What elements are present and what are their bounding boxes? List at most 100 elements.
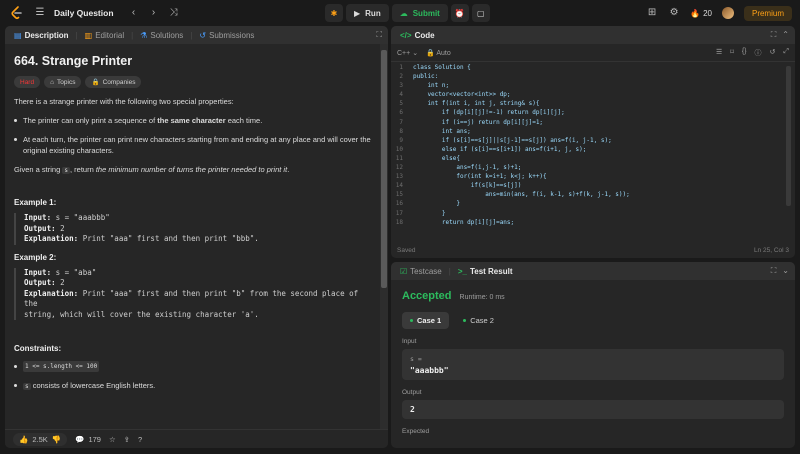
like-button[interactable]: 👍 2.5K 👎 (13, 432, 68, 446)
code-line[interactable]: 15 ans=min(ans, f(i, k-1, s)+f(k, j-1, s… (391, 190, 795, 199)
expected-label: Expected (402, 428, 430, 435)
code-text: } (413, 209, 446, 217)
thumbs-down-icon[interactable]: 👎 (52, 435, 61, 444)
debug-button[interactable]: ✱ (325, 4, 343, 22)
maximize-icon[interactable]: ⛶ (771, 30, 777, 40)
top-bar: ☰ Daily Question ‹ › ⤨ ✱ ▶ Run ☁ Submit ⏰ … (0, 0, 800, 26)
chevron-down-icon[interactable]: ⌄ (782, 266, 789, 276)
companies-chip[interactable]: 🔒 Companies (85, 76, 142, 88)
code-text: } (413, 200, 460, 208)
code-line[interactable]: 6 if (dp[i][j]!=-1) return dp[i][j]; (391, 108, 795, 117)
language-select[interactable]: C++ ⌄ (397, 49, 418, 57)
example-2-title: Example 2: (14, 252, 57, 262)
code-line[interactable]: 8 int ans; (391, 127, 795, 136)
code-line[interactable]: 5 int f(int i, int j, string& s){ (391, 99, 795, 108)
fullscreen-icon[interactable]: ⤢ (783, 48, 789, 58)
premium-button[interactable]: Premium (743, 5, 792, 21)
format-icon[interactable]: ☰ (716, 48, 722, 58)
tab-test-result[interactable]: >_ Test Result (455, 267, 516, 276)
tab-submissions[interactable]: ↺ Submissions (196, 31, 257, 40)
tab-code[interactable]: </> Code (397, 31, 438, 40)
reset-icon[interactable]: ↺ (770, 48, 776, 58)
code-line[interactable]: 4 vector<vector<int>> dp; (391, 90, 795, 99)
next-question-icon[interactable]: › (148, 7, 160, 19)
line-number: 6 (399, 109, 403, 117)
streak-counter[interactable]: 🔥 20 (690, 9, 712, 18)
tab-solutions[interactable]: ⚗ Solutions (137, 31, 186, 40)
bookmark-icon[interactable]: ⌑ (730, 48, 734, 58)
prev-question-icon[interactable]: ‹ (128, 7, 140, 19)
code-scrollbar[interactable] (786, 66, 791, 206)
line-number: 18 (395, 218, 403, 226)
code-line[interactable]: 18 return dp[i][j]=ans; (391, 218, 795, 227)
code-line[interactable]: 9 if (s[i]==s[j]||s[j-1]==s[j]) ans=f(i,… (391, 136, 795, 145)
info-icon[interactable]: ⓘ (755, 48, 762, 58)
timer-button[interactable]: ⏰ (450, 4, 469, 22)
code-line[interactable]: 3 int n; (391, 81, 795, 90)
example-1-title: Example 1: (14, 198, 57, 207)
description-body: 664. Strange Printer Hard ⌂ Topics 🔒 Compa… (5, 44, 380, 429)
comment-icon: 💬 (75, 434, 85, 444)
line-number: 1 (399, 64, 403, 71)
auto-mode-toggle[interactable]: 🔒 Auto (426, 49, 451, 57)
notes-button[interactable]: ▢ (471, 4, 490, 22)
code-text: if (dp[i][j]!=-1) return dp[i][j]; (413, 109, 565, 117)
braces-icon[interactable]: {} (742, 48, 747, 58)
submit-button[interactable]: ☁ Submit (391, 4, 448, 22)
code-text: for(int k=i+1; k<j; k++){ (413, 173, 547, 181)
topics-chip[interactable]: ⌂ Topics (44, 76, 82, 88)
shuffle-icon[interactable]: ⤨ (168, 7, 180, 19)
output-label: Output (402, 389, 422, 396)
code-line[interactable]: 2 public: (391, 72, 795, 81)
line-number: 13 (395, 173, 403, 181)
case-2-tab[interactable]: Case 2 (455, 312, 502, 329)
run-button[interactable]: ▶ Run (346, 4, 389, 22)
user-avatar[interactable] (721, 7, 734, 19)
tab-description[interactable]: ▤ Description (11, 31, 72, 40)
star-icon[interactable]: ☆ (109, 435, 116, 444)
tab-testcase[interactable]: ☑ Testcase (397, 267, 445, 276)
line-number: 10 (395, 145, 403, 153)
problem-title[interactable]: 664. Strange Printer (14, 54, 371, 68)
code-line[interactable]: 13 for(int k=i+1; k<j; k++){ (391, 172, 795, 181)
code-text: else{ (413, 154, 460, 162)
checkbox-icon: ☑ (400, 266, 408, 276)
code-line[interactable]: 10 else if (s[i]==s[i+1]) ans=f(i+1, j, … (391, 145, 795, 154)
code-line[interactable]: 12 ans=f(i,j-1, s)+1; (391, 163, 795, 172)
code-line[interactable]: 17 } (391, 209, 795, 218)
code-text: vector<vector<int>> dp; (413, 91, 511, 99)
chevron-up-icon[interactable]: ⌃ (782, 30, 789, 40)
description-scrollbar[interactable] (380, 44, 388, 429)
bug-icon: ✱ (330, 8, 338, 18)
settings-gear-icon[interactable]: ⚙ (668, 7, 680, 19)
code-line[interactable]: 7 if (i==j) return dp[i][j]=1; (391, 118, 795, 127)
comments-button[interactable]: 💬 179 (75, 435, 101, 444)
code-line[interactable]: 1 class Solution { (391, 63, 795, 72)
code-text: int ans; (413, 127, 471, 135)
leetcode-logo-icon[interactable] (10, 6, 24, 20)
layout-icon[interactable]: ⊞ (646, 7, 658, 19)
code-line[interactable]: 16 } (391, 199, 795, 208)
share-icon[interactable]: ⇪ (124, 435, 130, 444)
code-line[interactable]: 11 else{ (391, 154, 795, 163)
maximize-icon[interactable]: ⛶ (376, 30, 382, 40)
problem-list-icon[interactable]: ☰ (34, 7, 46, 19)
fire-icon: 🔥 (690, 8, 701, 18)
line-number: 14 (395, 182, 403, 190)
description-tabs: ▤ Description | ▥ Editorial | ⚗ Solutions |… (5, 26, 388, 44)
help-icon[interactable]: ? (138, 435, 142, 444)
daily-question-title[interactable]: Daily Question (54, 8, 114, 18)
maximize-icon[interactable]: ⛶ (771, 266, 777, 276)
code-panel: </> Code ⛶ ⌃ C++ ⌄ 🔒 Auto ☰ ⌑ {} ⓘ ↺ ⤢ 1 c… (391, 26, 795, 258)
code-text: else if (s[i]==s[i+1]) ans=f(i+1, j, s); (413, 145, 587, 153)
case-1-tab[interactable]: Case 1 (402, 312, 450, 329)
list-item: At each turn, the printer can print new … (14, 134, 371, 156)
code-line[interactable]: 14 if(s[k]==s[j]) (391, 181, 795, 190)
line-number: 8 (399, 127, 403, 135)
thumbs-up-icon: 👍 (19, 434, 29, 444)
line-number: 16 (395, 200, 403, 208)
code-editor[interactable]: 1 class Solution {2 public: 3 int n; 4 vecto… (391, 63, 795, 243)
editor-status-bar: Saved Ln 25, Col 3 (391, 242, 795, 258)
book-icon: ▥ (84, 30, 93, 40)
tab-editorial[interactable]: ▥ Editorial (82, 31, 127, 40)
